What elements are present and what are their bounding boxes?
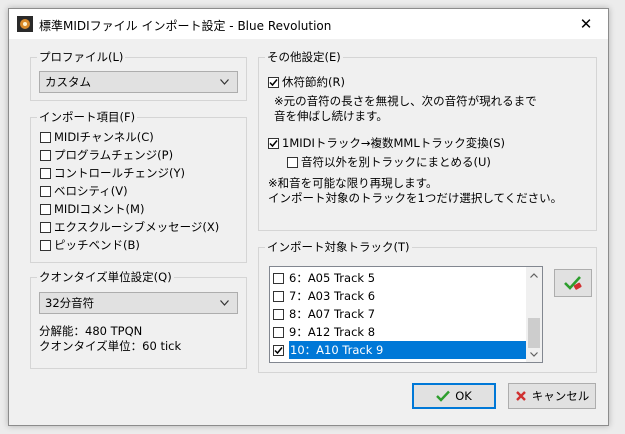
profile-group-label: プロファイル(L) — [37, 50, 126, 64]
profile-group: プロファイル(L) カスタム — [30, 50, 247, 101]
check-icon — [436, 390, 451, 402]
chord-note-line1: ※和音を可能な限り再現します。 — [268, 176, 438, 190]
checkbox[interactable] — [273, 345, 284, 356]
chevron-down-icon — [220, 79, 229, 85]
resolution-text: 分解能：480 TPQN — [39, 324, 143, 338]
import-item-midi-comment[interactable]: MIDIコメント(M) — [40, 201, 144, 217]
window-title: 標準MIDIファイル インポート設定 - Blue Revolution — [39, 19, 332, 33]
import-item-control-change[interactable]: コントロールチェンジ(Y) — [40, 165, 185, 181]
multi-track-checkbox-row[interactable]: 1MIDIトラック→複数MMLトラック変換(S) — [268, 135, 505, 151]
checkbox[interactable] — [40, 168, 51, 179]
chevron-up-icon — [530, 272, 538, 278]
scroll-thumb[interactable] — [528, 318, 540, 348]
chevron-down-icon — [530, 351, 538, 357]
checkbox-label: 休符節約(R) — [282, 75, 345, 89]
tracks-group: インポート対象トラック(T) 6：A05 Track 5 7：A03 Track… — [258, 240, 597, 373]
checkbox-label: プログラムチェンジ(P) — [54, 148, 174, 162]
rest-note-line2: 音を伸ばし続けます。 — [274, 109, 388, 123]
quantize-unit-text: クオンタイズ単位：60 tick — [39, 339, 182, 353]
quantize-select-value: 32分音符 — [45, 296, 95, 310]
quantize-group-label: クオンタイズ単位設定(Q) — [37, 270, 174, 284]
track-row[interactable]: 6：A05 Track 5 — [270, 269, 526, 287]
track-label: 7：A03 Track 6 — [289, 289, 376, 303]
import-item-midi-channel[interactable]: MIDIチャンネル(C) — [40, 129, 154, 145]
tracks-group-label: インポート対象トラック(T) — [265, 240, 412, 254]
check-eraser-icon — [564, 276, 582, 290]
checkbox-label: ピッチベンド(B) — [54, 238, 140, 252]
ok-button[interactable]: OK — [412, 383, 496, 409]
rest-note-line1: ※元の音符の長さを無視し、次の音符が現れるまで — [274, 94, 537, 108]
import-item-exclusive-message[interactable]: エクスクルーシブメッセージ(X) — [40, 219, 219, 235]
ok-button-label: OK — [455, 389, 472, 403]
scroll-up-button[interactable] — [526, 267, 542, 283]
cancel-button-label: キャンセル — [531, 389, 590, 403]
checkbox[interactable] — [40, 240, 51, 251]
track-row-selected[interactable]: 10：A10 Track 9 — [270, 341, 527, 359]
check-icon — [269, 79, 278, 87]
close-button[interactable]: ✕ — [564, 9, 608, 39]
track-list-scrollbar[interactable] — [526, 267, 542, 362]
checkbox[interactable] — [40, 186, 51, 197]
track-label: 6：A05 Track 5 — [289, 271, 376, 285]
track-label: 8：A07 Track 7 — [289, 307, 376, 321]
checkbox-label: ベロシティ(V) — [54, 184, 128, 198]
import-item-velocity[interactable]: ベロシティ(V) — [40, 183, 128, 199]
checkbox[interactable] — [40, 132, 51, 143]
separate-checkbox-row[interactable]: 音符以外を別トラックにまとめる(U) — [287, 154, 491, 170]
checkbox[interactable] — [268, 77, 279, 88]
track-row[interactable]: 8：A07 Track 7 — [270, 305, 526, 323]
checkbox[interactable] — [273, 273, 284, 284]
checkbox[interactable] — [40, 150, 51, 161]
other-settings-group-label: その他設定(E) — [265, 50, 343, 64]
check-icon — [269, 140, 278, 148]
rest-saving-checkbox-row[interactable]: 休符節約(R) — [268, 74, 345, 90]
cancel-x-icon — [515, 391, 526, 401]
chevron-down-icon — [220, 300, 229, 306]
checkbox-label: エクスクルーシブメッセージ(X) — [54, 220, 220, 234]
app-icon — [17, 16, 33, 32]
checkbox[interactable] — [40, 204, 51, 215]
quantize-select[interactable]: 32分音符 — [39, 292, 238, 314]
checkbox-label: 1MIDIトラック→複数MMLトラック変換(S) — [282, 136, 506, 150]
quantize-group: クオンタイズ単位設定(Q) 32分音符 分解能：480 TPQN クオンタイズ単… — [30, 270, 247, 369]
track-row[interactable]: 7：A03 Track 6 — [270, 287, 526, 305]
close-icon: ✕ — [579, 15, 593, 33]
import-item-program-change[interactable]: プログラムチェンジ(P) — [40, 147, 173, 163]
checkbox-label: MIDIコメント(M) — [54, 202, 145, 216]
track-row[interactable]: 9：A12 Track 8 — [270, 323, 526, 341]
cancel-button[interactable]: キャンセル — [508, 383, 596, 409]
import-items-group-label: インポート項目(F) — [37, 110, 138, 124]
checkbox[interactable] — [40, 222, 51, 233]
chord-note-line2: インポート対象のトラックを1つだけ選択してください。 — [268, 191, 563, 205]
check-all-tracks-button[interactable] — [554, 269, 592, 297]
checkbox[interactable] — [273, 327, 284, 338]
profile-select[interactable]: カスタム — [39, 71, 238, 93]
other-settings-group: その他設定(E) 休符節約(R) ※元の音符の長さを無視し、次の音符が現れるまで… — [258, 50, 597, 231]
scroll-down-button[interactable] — [526, 346, 542, 362]
import-items-group: インポート項目(F) MIDIチャンネル(C) プログラムチェンジ(P) コント… — [30, 110, 247, 263]
check-icon — [274, 347, 283, 355]
import-item-pitch-bend[interactable]: ピッチベンド(B) — [40, 237, 140, 253]
checkbox-label: 音符以外を別トラックにまとめる(U) — [301, 155, 491, 169]
checkbox[interactable] — [268, 138, 279, 149]
import-settings-dialog: 標準MIDIファイル インポート設定 - Blue Revolution ✕ プ… — [8, 8, 609, 426]
checkbox[interactable] — [273, 309, 284, 320]
track-label: 9：A12 Track 8 — [289, 325, 376, 339]
checkbox[interactable] — [273, 291, 284, 302]
checkbox-label: コントロールチェンジ(Y) — [54, 166, 185, 180]
checkbox-label: MIDIチャンネル(C) — [54, 130, 154, 144]
profile-select-value: カスタム — [45, 75, 91, 89]
track-label: 10：A10 Track 9 — [289, 341, 527, 359]
checkbox[interactable] — [287, 157, 298, 168]
track-list[interactable]: 6：A05 Track 5 7：A03 Track 6 8：A07 Track … — [269, 266, 543, 363]
title-bar: 標準MIDIファイル インポート設定 - Blue Revolution ✕ — [9, 9, 608, 39]
